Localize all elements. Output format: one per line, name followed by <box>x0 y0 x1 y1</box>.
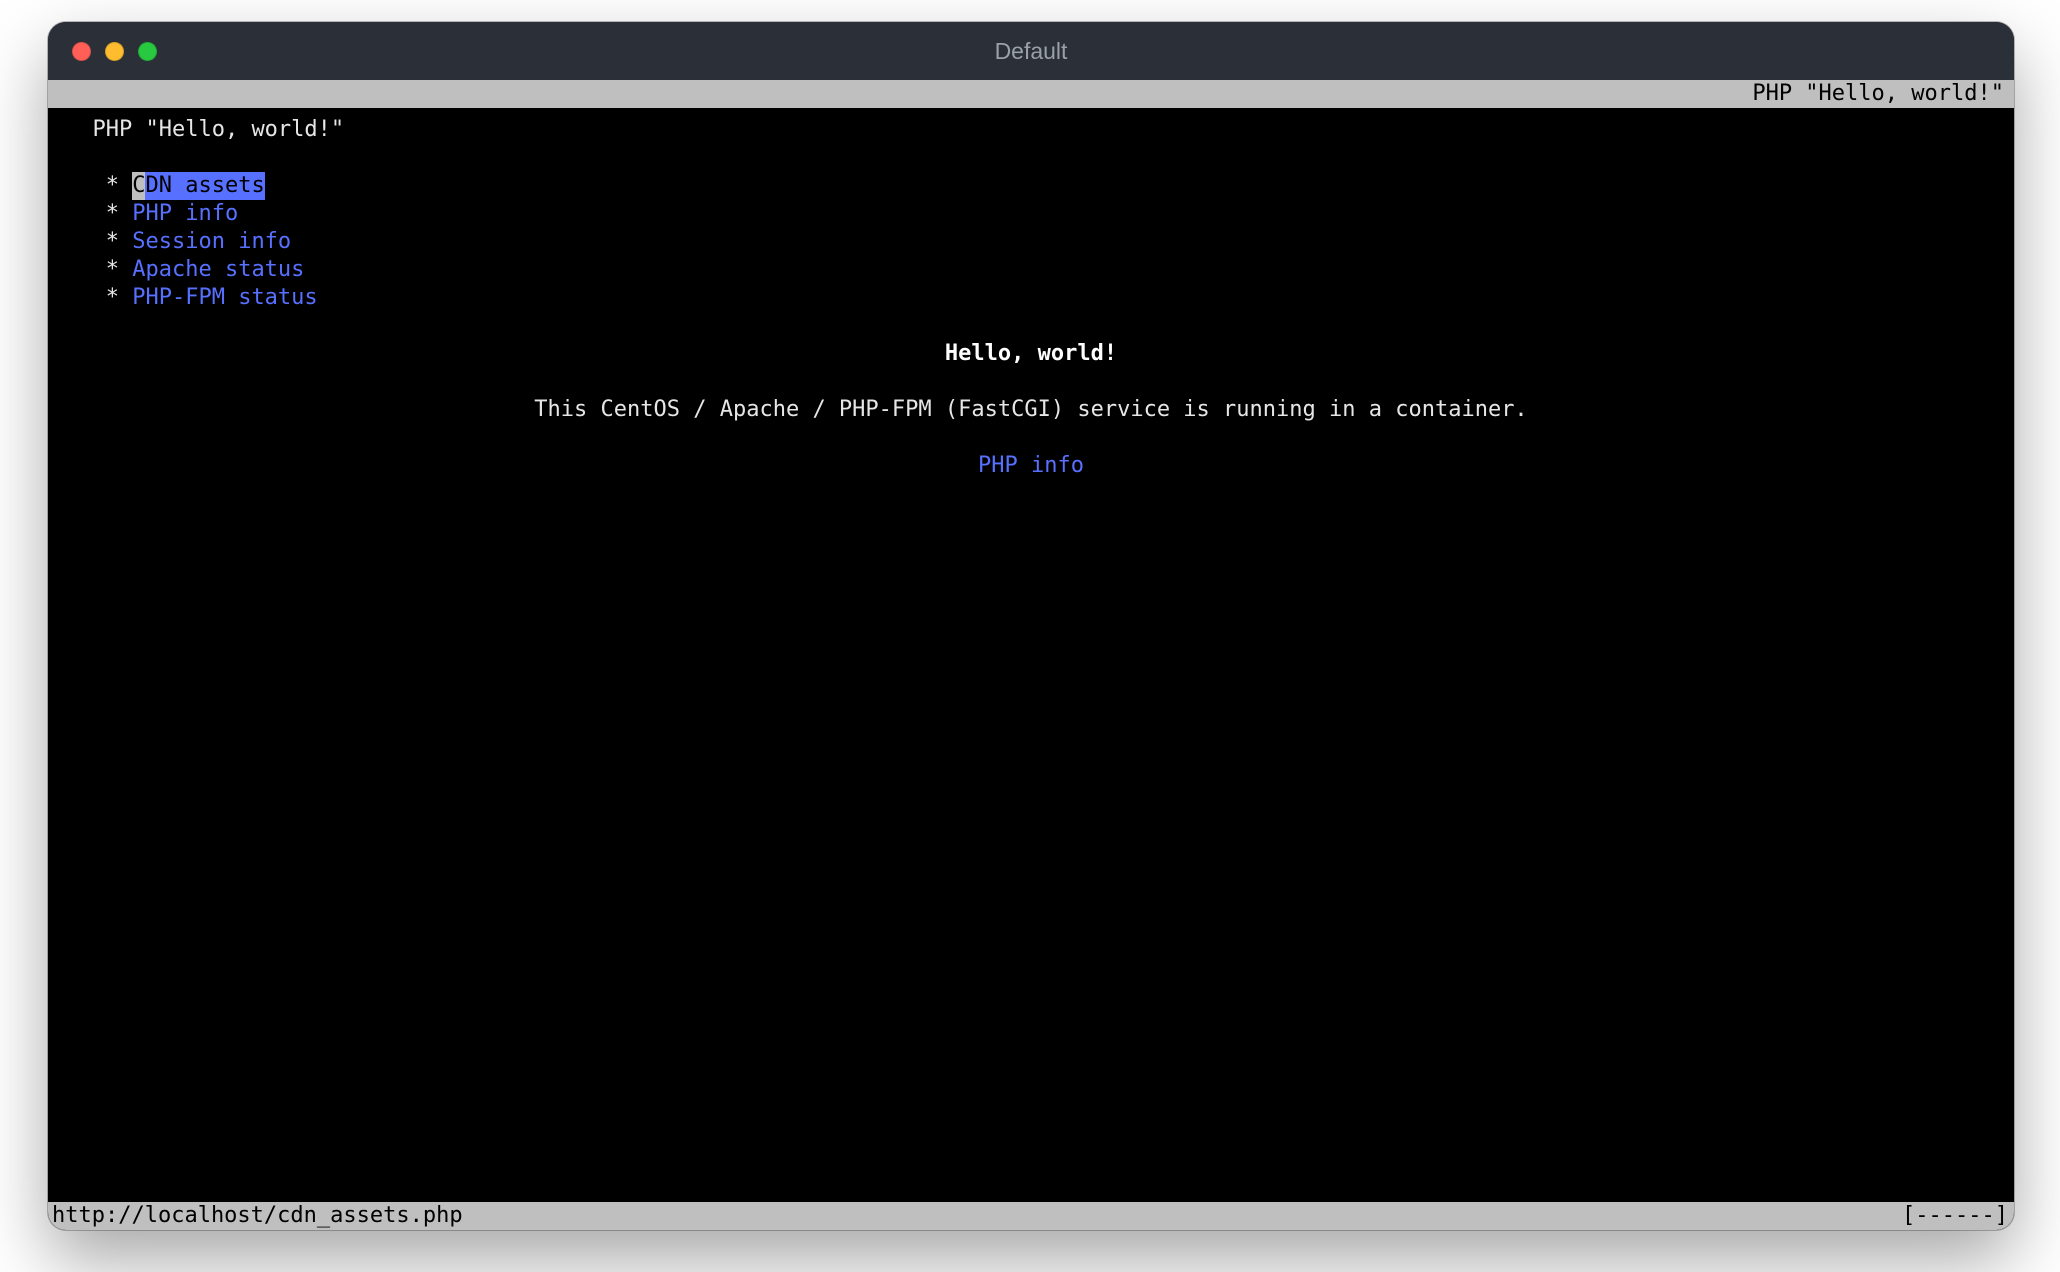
zoom-icon[interactable] <box>138 42 157 61</box>
nav-item-cursor: C <box>132 172 145 200</box>
close-icon[interactable] <box>72 42 91 61</box>
terminal-window: Default PHP "Hello, world!" PHP "Hello, … <box>48 22 2014 1230</box>
status-indicator: [------] <box>1902 1202 2008 1230</box>
titlebar: Default <box>48 22 2014 80</box>
window-title: Default <box>48 38 2014 65</box>
minimize-icon[interactable] <box>105 42 124 61</box>
terminal-body[interactable]: PHP "Hello, world!" PHP "Hello, world!" … <box>48 80 2014 1230</box>
nav-item-label: PHP info <box>132 200 238 228</box>
php-info-link[interactable]: PHP info <box>978 453 1084 478</box>
statusbar: http://localhost/cdn_assets.php [------] <box>48 1202 2014 1230</box>
bullet-icon: * <box>66 228 132 256</box>
hero-block: Hello, world! This CentOS / Apache / PHP… <box>66 340 1996 480</box>
bullet-icon: * <box>66 284 132 312</box>
nav-item-label: Session info <box>132 228 291 256</box>
browser-tabbar: PHP "Hello, world!" <box>48 80 2014 108</box>
traffic-lights <box>72 42 157 61</box>
bullet-icon: * <box>66 200 132 228</box>
nav-item[interactable]: * Apache status <box>66 256 1996 284</box>
hero-description: This CentOS / Apache / PHP-FPM (FastCGI)… <box>66 396 1996 424</box>
nav-menu: * CDN assets * PHP info * Session info *… <box>66 172 1996 312</box>
page-title: PHP "Hello, world!" <box>66 116 1996 144</box>
nav-item[interactable]: * PHP-FPM status <box>66 284 1996 312</box>
nav-item-label: PHP-FPM status <box>132 284 317 312</box>
bullet-icon: * <box>66 256 132 284</box>
nav-item[interactable]: * PHP info <box>66 200 1996 228</box>
bullet-icon: * <box>66 172 132 200</box>
nav-item[interactable]: * Session info <box>66 228 1996 256</box>
tab-label[interactable]: PHP "Hello, world!" <box>1752 80 2004 108</box>
nav-item-label: Apache status <box>132 256 304 284</box>
page-content: PHP "Hello, world!" * CDN assets * PHP i… <box>48 108 2014 480</box>
hero-heading: Hello, world! <box>66 340 1996 368</box>
status-url: http://localhost/cdn_assets.php <box>52 1202 463 1230</box>
nav-item-label: DN assets <box>145 172 264 200</box>
nav-item[interactable]: * CDN assets <box>66 172 1996 200</box>
